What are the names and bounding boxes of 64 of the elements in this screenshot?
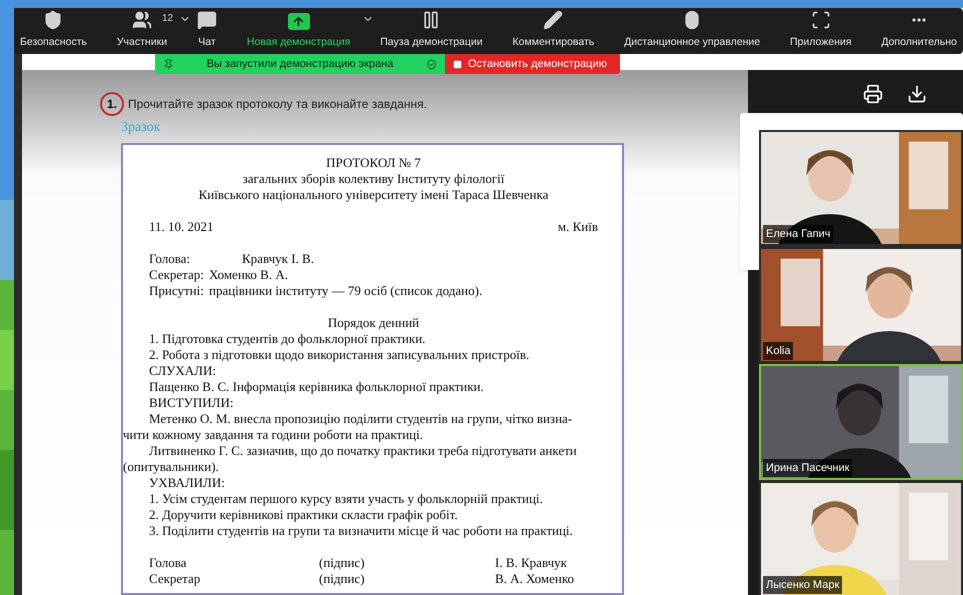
pin-icon[interactable] (163, 58, 174, 70)
attendance-value: працівники інституту — 79 осіб (список додано). (209, 283, 482, 299)
toolbar-button[interactable]: Приложения (788, 8, 854, 54)
toolbar-button[interactable]: Безопасность (18, 8, 89, 54)
toolbar-button[interactable]: Комментировать (510, 8, 596, 54)
sharing-message: Вы запустили демонстрацию экрана (206, 56, 394, 72)
toolbar-button[interactable]: Пауза демонстрации (378, 8, 485, 54)
protocol-date: 11. 10. 2021 (149, 219, 214, 235)
participant-name: Елена Гапич (763, 224, 834, 243)
participant-name: Ирина Пасечник (763, 458, 852, 477)
participant-name: Лысенко Марк (763, 576, 842, 594)
protocol-line: Метенко О. М. внесла пропозицію поділити студентів на групи, чітко визна- (149, 411, 574, 427)
toolbar-button[interactable]: Чат (194, 8, 219, 54)
attendance-label: Секретар: (149, 267, 205, 283)
stop-icon (453, 60, 462, 68)
signature-role: Секретар (149, 571, 202, 587)
protocol-line: 1. Підготовка студентів до фольклорної практики. (149, 331, 426, 347)
video-tile[interactable]: Елена Гапич (759, 130, 963, 246)
video-tile[interactable]: Лысенко Марк (759, 481, 963, 595)
agenda-title: Порядок денний (326, 315, 420, 331)
protocol-line: чити кожному завдання та години роботи на практиці. (123, 427, 424, 443)
protocol-line: УХВАЛИЛИ: (149, 475, 226, 491)
signature-name: І. В. Кравчук (495, 555, 567, 571)
printer-icon[interactable] (863, 84, 883, 104)
signature-mark: (підпис) (319, 555, 366, 571)
toolbar-button[interactable]: Новая демонстрация (244, 8, 352, 54)
download-icon[interactable] (907, 84, 927, 104)
protocol-line: Пащенко В. С. Інформація керівника фольклорної практики. (149, 379, 485, 395)
shield-check-icon (426, 58, 437, 70)
protocol-line: 2. Робота з підготовки щодо використання записувальних пристроїв. (149, 347, 530, 363)
signature-name: В. А. Хоменко (495, 571, 574, 587)
shield-icon (43, 10, 64, 30)
video-tile[interactable]: Kolia (759, 247, 963, 363)
protocol-subtitle: загальних зборів колективу Інституту філології (242, 171, 506, 187)
stop-sharing-button[interactable]: Остановить демонстрацию (445, 54, 620, 74)
protocol-line: Литвиненко Г. С. зазначив, що до початку практики треба підготувати анкети (149, 443, 578, 459)
attendance-value: Хоменко В. А. (209, 267, 288, 283)
people-icon (132, 10, 152, 30)
signature-mark: (підпис) (319, 571, 366, 587)
protocol-line: 2. Доручити керівникові практики скласти графік робіт. (149, 507, 459, 523)
task-instruction: Прочитайте зразок протоколу та виконайте завдання. (128, 96, 427, 113)
task-number: 1. (100, 92, 124, 116)
chat-icon (196, 10, 217, 30)
attendance-value: Кравчук І. В. (242, 251, 314, 267)
protocol-place: м. Київ (558, 219, 598, 235)
video-tile[interactable]: Ирина Пасечник (759, 364, 963, 480)
protocol-line: (опитувальники). (123, 459, 220, 475)
participant-count: 12 (162, 12, 174, 26)
toolbar-button[interactable]: Дополнительно (879, 8, 959, 54)
pencil-icon (543, 10, 564, 30)
attendance-label: Голова: (149, 251, 192, 267)
protocol-line: ВИСТУПИЛИ: (149, 395, 234, 411)
participant-name: Kolia (763, 342, 794, 360)
frame-corners-icon (810, 10, 831, 30)
protocol-line: СЛУХАЛИ: (149, 363, 217, 379)
toolbar-button[interactable]: Дистанционное управление (622, 8, 762, 54)
signature-role: Голова (149, 555, 188, 571)
protocol-subtitle: Київського національного університету імені Тараса Шевченка (198, 187, 550, 203)
attendance-label: Присутні: (149, 283, 205, 299)
sample-heading: Зразок (121, 119, 160, 137)
protocol-line: 3. Поділити студентів на групи та визначити місце й час роботи на практиці. (149, 523, 574, 539)
protocol-title: ПРОТОКОЛ № 7 (325, 155, 422, 171)
more-icon (912, 18, 926, 22)
protocol-line: 1. Усім студентам першого курсу взяти участь у фольклорній практиці. (149, 491, 544, 507)
